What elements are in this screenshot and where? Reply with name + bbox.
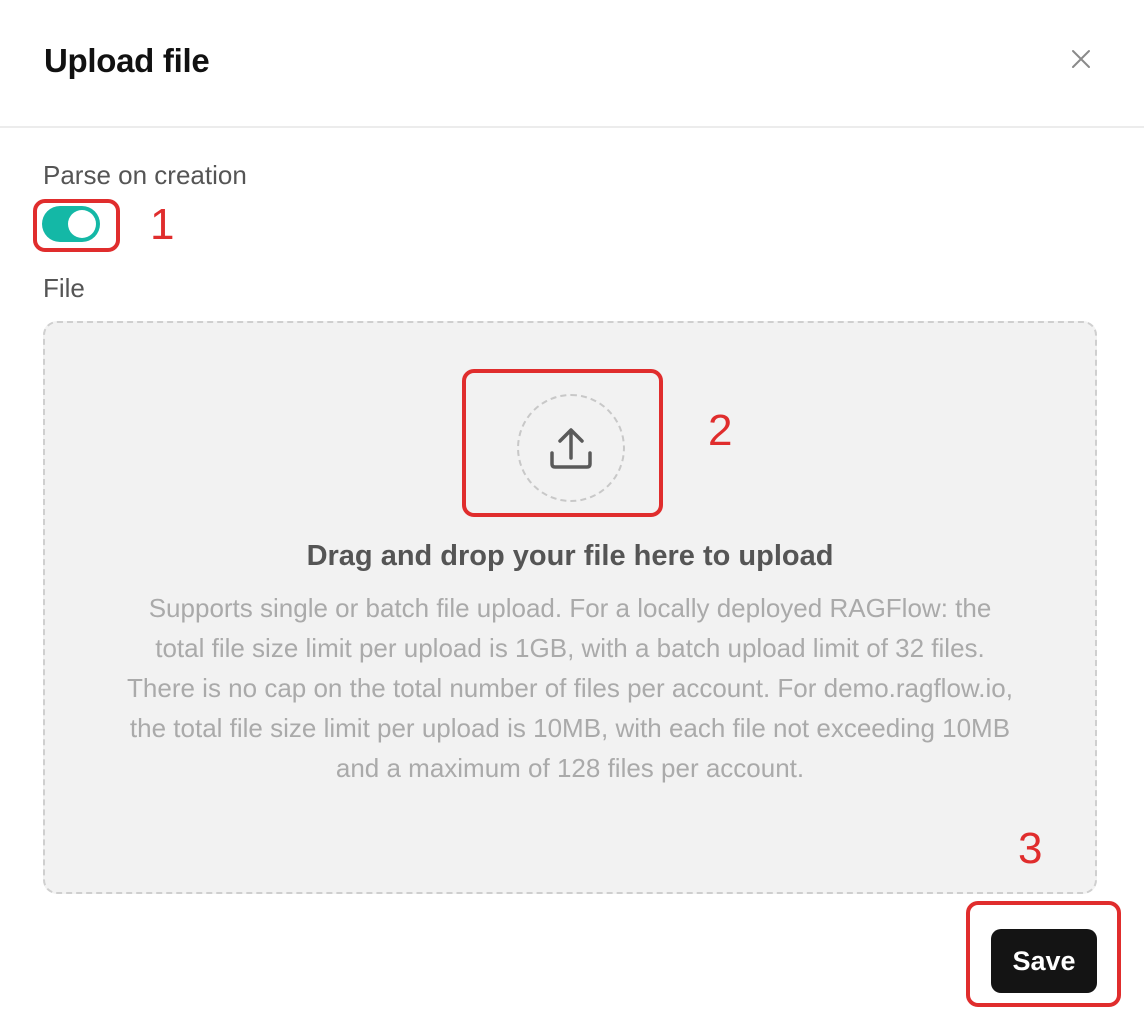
close-icon [1072, 50, 1090, 68]
annotation-box-upload [462, 369, 663, 517]
close-button[interactable] [1062, 40, 1100, 78]
annotation-number-1: 1 [150, 200, 175, 249]
annotation-number-2: 2 [708, 406, 733, 455]
annotation-box-save [966, 901, 1121, 1007]
dialog-header: Upload file [0, 0, 1144, 128]
dropzone-title: Drag and drop your file here to upload [306, 540, 834, 572]
file-label: File [43, 273, 85, 303]
annotation-number-3: 3 [1018, 824, 1043, 873]
annotation-box-toggle [33, 199, 120, 252]
dialog-title: Upload file [44, 42, 210, 79]
parse-on-creation-label: Parse on creation [43, 160, 247, 190]
dropzone-description: Supports single or batch file upload. Fo… [127, 593, 1013, 783]
